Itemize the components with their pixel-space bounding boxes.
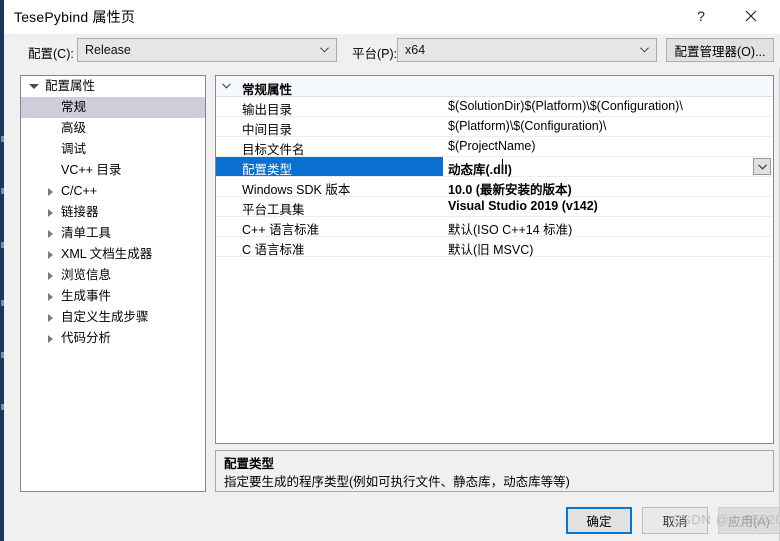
tree-item-label: 生成事件 [61, 289, 112, 303]
tree-item-label: 配置属性 [45, 79, 96, 93]
property-name: 平台工具集 [242, 203, 305, 217]
configuration-manager-button[interactable]: 配置管理器(O)... [666, 38, 774, 62]
chevron-down-icon [757, 163, 767, 170]
platform-label: 平台(P): [352, 47, 398, 61]
grid-section-header[interactable]: 常规属性 [216, 76, 773, 97]
tree-item[interactable]: VC++ 目录 [21, 160, 205, 181]
tree-item-label: 代码分析 [61, 331, 112, 345]
tree-item-label: 浏览信息 [61, 268, 112, 282]
configuration-label: 配置(C): [28, 47, 74, 61]
expander-closed-icon[interactable] [43, 223, 57, 244]
property-name: 目标文件名 [242, 143, 305, 157]
close-icon [745, 10, 757, 22]
tree-item[interactable]: 高级 [21, 118, 205, 139]
tree-item[interactable]: 清单工具 [21, 223, 205, 244]
property-pages-dialog: TesePybind 属性页 ? 配置(C): Release 平台(P): x… [4, 0, 780, 541]
property-value: Visual Studio 2019 (v142) [448, 199, 598, 213]
tree-item[interactable]: 代码分析 [21, 328, 205, 349]
property-grid[interactable]: 常规属性 输出目录 $(SolutionDir)$(Platform)\$(Con… [215, 75, 774, 444]
expander-closed-icon[interactable] [43, 307, 57, 328]
property-name: C 语言标准 [242, 243, 305, 257]
apply-button: 应用(A) [718, 507, 780, 534]
tree-item[interactable]: 生成事件 [21, 286, 205, 307]
description-text: 指定要生成的程序类型(例如可执行文件、静态库，动态库等等) [224, 475, 570, 489]
platform-value: x64 [405, 43, 426, 57]
tree-item-label: 链接器 [61, 205, 99, 219]
window-title: TesePybind 属性页 [14, 9, 136, 25]
property-value-dropdown-button[interactable] [753, 158, 771, 175]
property-value: 10.0 (最新安装的版本) [448, 183, 572, 197]
property-row[interactable]: 平台工具集 Visual Studio 2019 (v142) [216, 197, 773, 217]
tree-item[interactable]: 浏览信息 [21, 265, 205, 286]
description-panel: 配置类型 指定要生成的程序类型(例如可执行文件、静态库，动态库等等) [215, 450, 774, 492]
property-row[interactable]: 配置类型 动态库(.dll) [216, 157, 773, 177]
chevron-down-icon [320, 47, 329, 53]
tree-item[interactable]: 链接器 [21, 202, 205, 223]
description-title: 配置类型 [224, 457, 275, 471]
property-value: 默认(ISO C++14 标准) [448, 223, 573, 237]
help-button[interactable]: ? [678, 0, 724, 32]
close-button[interactable] [728, 0, 774, 32]
tree-item-label: XML 文档生成器 [61, 247, 153, 261]
title-bar: TesePybind 属性页 ? [4, 0, 780, 34]
cancel-button[interactable]: 取消 [642, 507, 708, 534]
expander-closed-icon[interactable] [43, 286, 57, 307]
expander-open-icon[interactable] [27, 76, 41, 97]
tree-item[interactable]: C/C++ [21, 181, 205, 202]
property-row[interactable]: 输出目录 $(SolutionDir)$(Platform)\$(Configur… [216, 97, 773, 117]
tree-item-label: C/C++ [61, 184, 98, 198]
property-tree[interactable]: 配置属性常规高级调试 VC++ 目录 C/C++ 链接器清单工具 XML 文档生成器 浏览… [20, 75, 206, 492]
configuration-combobox[interactable]: Release [77, 38, 337, 62]
chevron-down-icon [222, 83, 231, 89]
property-row[interactable]: C 语言标准 默认(旧 MSVC) [216, 237, 773, 257]
tree-item[interactable]: 自定义生成步骤 [21, 307, 205, 328]
property-value: $(ProjectName) [448, 139, 536, 153]
expander-closed-icon[interactable] [43, 181, 57, 202]
property-name: 输出目录 [242, 103, 293, 117]
expander-closed-icon[interactable] [43, 202, 57, 223]
tree-item-label: 调试 [61, 142, 87, 156]
property-name: C++ 语言标准 [242, 223, 320, 237]
property-value: $(SolutionDir)$(Platform)\$(Configuratio… [448, 99, 683, 113]
grid-section-title: 常规属性 [242, 83, 293, 97]
expander-closed-icon[interactable] [43, 328, 57, 349]
configuration-toolbar: 配置(C): Release 平台(P): x64 配置管理器(O)... [4, 34, 780, 68]
chevron-down-icon [640, 47, 649, 53]
tree-item[interactable]: XML 文档生成器 [21, 244, 205, 265]
property-value: $(Platform)\$(Configuration)\ [448, 119, 607, 133]
question-mark-icon: ? [697, 8, 705, 24]
property-row[interactable]: 中间目录 $(Platform)\$(Configuration)\ [216, 117, 773, 137]
property-value: 默认(旧 MSVC) [448, 243, 534, 257]
tree-item[interactable]: 调试 [21, 139, 205, 160]
expander-closed-icon[interactable] [43, 244, 57, 265]
tree-item-label: 自定义生成步骤 [61, 310, 149, 324]
tree-item-label: VC++ 目录 [61, 163, 122, 177]
ok-button[interactable]: 确定 [566, 507, 632, 534]
configuration-value: Release [85, 43, 131, 57]
property-row[interactable]: C++ 语言标准 默认(ISO C++14 标准) [216, 217, 773, 237]
tree-item[interactable]: 常规 [21, 97, 205, 118]
property-name: Windows SDK 版本 [242, 183, 351, 197]
property-row[interactable]: 目标文件名 $(ProjectName) [216, 137, 773, 157]
property-name: 中间目录 [242, 123, 293, 137]
expander-closed-icon[interactable] [43, 265, 57, 286]
text-caret [502, 159, 503, 174]
property-name: 配置类型 [242, 163, 293, 177]
property-row[interactable]: Windows SDK 版本 10.0 (最新安装的版本) [216, 177, 773, 197]
platform-combobox[interactable]: x64 [397, 38, 657, 62]
tree-item-label: 高级 [61, 121, 87, 135]
tree-item-label: 常规 [61, 100, 87, 114]
tree-item-label: 清单工具 [61, 226, 112, 240]
tree-item[interactable]: 配置属性 [21, 76, 205, 97]
